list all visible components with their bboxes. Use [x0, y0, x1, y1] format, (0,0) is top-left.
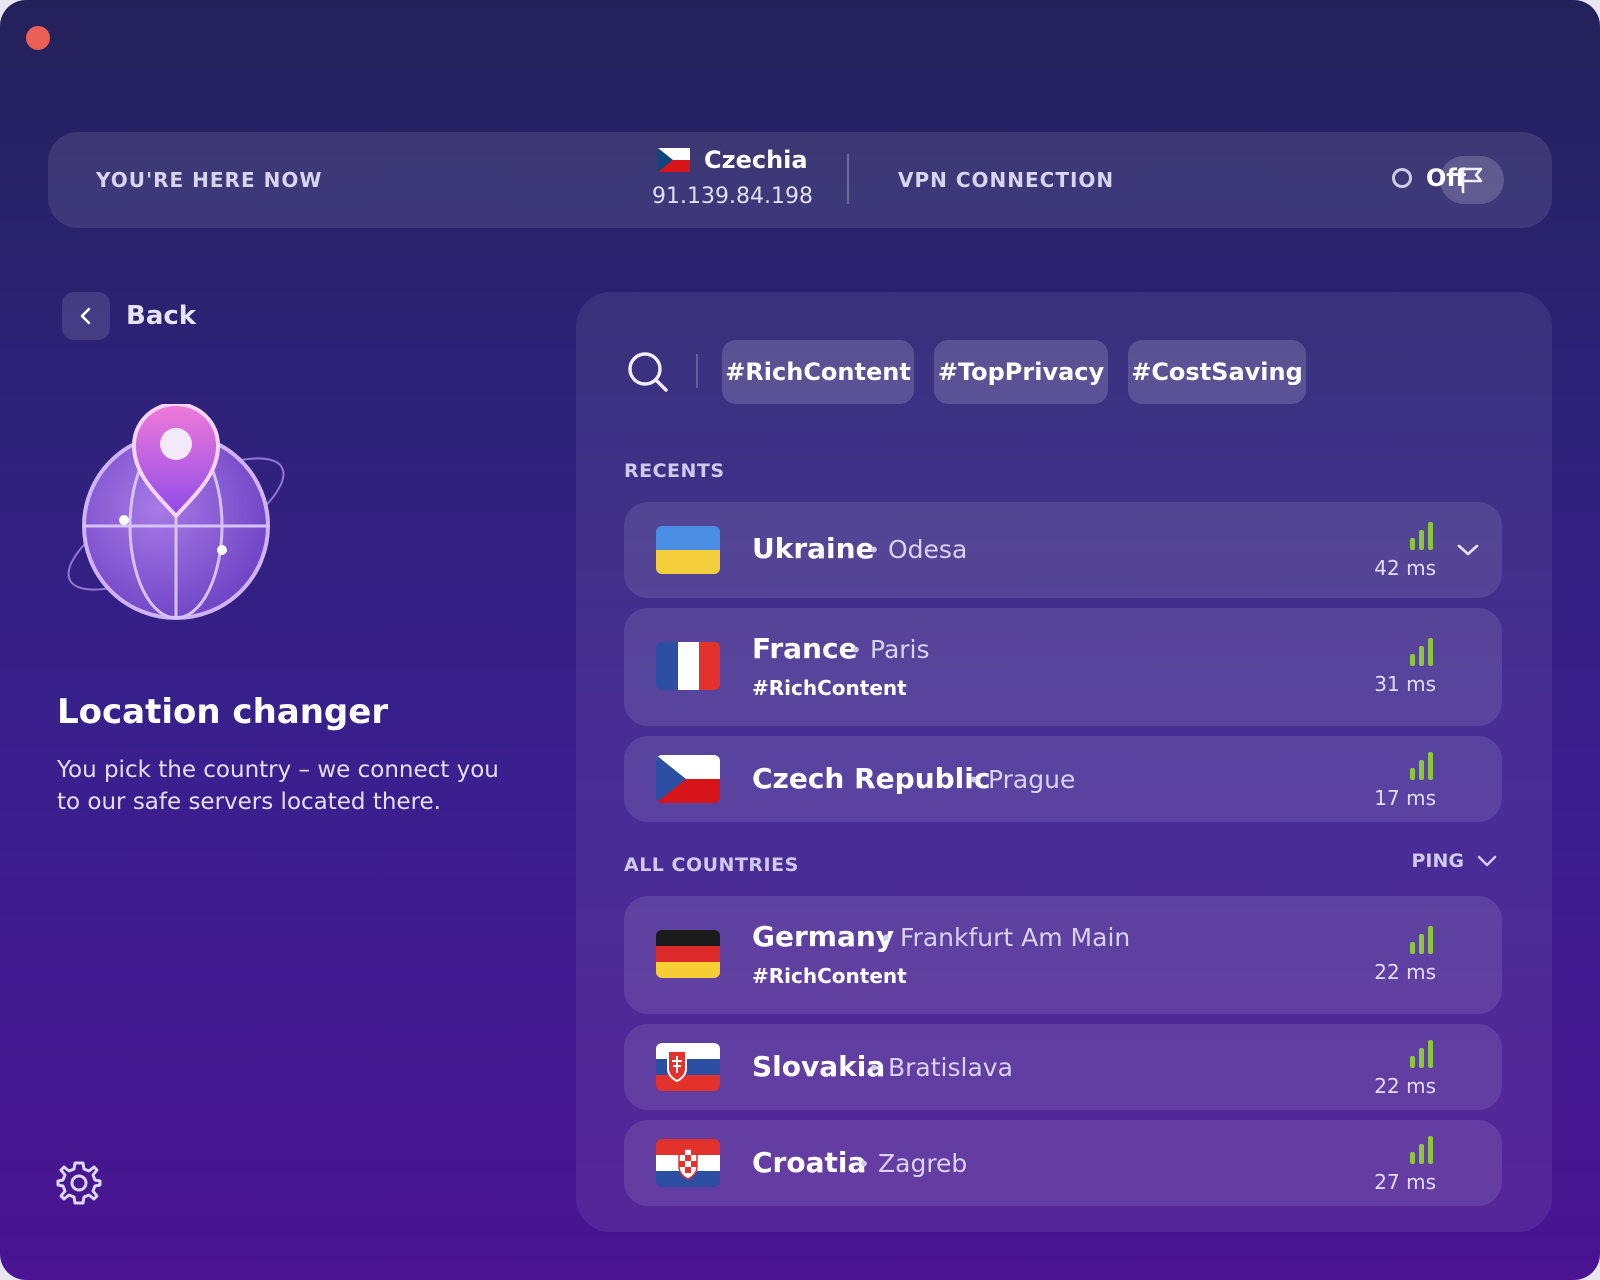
row-tag: #RichContent	[752, 964, 907, 988]
croatia-flag-icon	[656, 1139, 720, 1187]
flag-button[interactable]	[1440, 156, 1504, 204]
all-countries-heading: ALL COUNTRIES	[624, 854, 799, 876]
search-divider	[696, 354, 698, 388]
recent-row-czech-republic[interactable]: Czech Republic • Prague 17 ms	[624, 736, 1502, 822]
czech-flag-icon	[656, 755, 720, 803]
recent-row-france[interactable]: France • Paris #RichContent 31 ms	[624, 608, 1502, 726]
back-icon-button[interactable]	[62, 292, 110, 340]
status-bar: YOU'RE HERE NOW Czechia 91.139.84.198 VP…	[48, 132, 1552, 228]
signal-strength-icon	[1410, 926, 1433, 954]
separator-dot: •	[880, 926, 892, 950]
city-name: Prague	[988, 765, 1076, 794]
status-ring-icon	[1392, 168, 1412, 188]
search-icon[interactable]	[626, 350, 670, 394]
recents-heading: RECENTS	[624, 460, 725, 482]
germany-flag-icon	[656, 930, 720, 978]
ukraine-flag-icon	[656, 526, 720, 574]
signal-strength-icon	[1410, 1136, 1433, 1164]
separator-dot: •	[858, 1152, 870, 1176]
separator-dot: •	[868, 1056, 880, 1080]
ping-value: 22 ms	[1374, 1074, 1436, 1098]
separator-dot: •	[868, 538, 880, 562]
back-button[interactable]: Back	[62, 292, 196, 340]
city-name: Frankfurt Am Main	[900, 923, 1131, 952]
country-row-germany[interactable]: Germany • Frankfurt Am Main #RichContent…	[624, 896, 1502, 1014]
separator-dot: •	[850, 638, 862, 662]
current-country-name: Czechia	[704, 146, 808, 174]
sort-label: PING	[1411, 850, 1465, 872]
country-row-slovakia[interactable]: Slovakia • Bratislava 22 ms	[624, 1024, 1502, 1110]
ping-value: 31 ms	[1374, 672, 1436, 696]
page-title: Location changer	[57, 692, 389, 732]
signal-strength-icon	[1410, 638, 1433, 666]
country-name: France	[752, 632, 858, 665]
chevron-left-icon	[80, 307, 91, 325]
row-tag: #RichContent	[752, 676, 907, 700]
flag-outline-icon	[1461, 167, 1483, 194]
page-description: You pick the country – we connect you to…	[57, 757, 499, 815]
divider	[847, 154, 849, 204]
country-name: Slovakia	[752, 1050, 886, 1083]
signal-strength-icon	[1410, 1040, 1433, 1068]
ip-address: 91.139.84.198	[652, 184, 813, 209]
country-name: Croatia	[752, 1146, 867, 1179]
ping-value: 42 ms	[1374, 556, 1436, 580]
separator-dot: •	[968, 768, 980, 792]
vpn-connection-label: VPN CONNECTION	[898, 168, 1115, 192]
city-name: Odesa	[888, 535, 968, 564]
czech-flag-icon	[658, 148, 690, 172]
slovakia-flag-icon	[656, 1043, 720, 1091]
ping-value: 27 ms	[1374, 1170, 1436, 1194]
chevron-down-icon	[1477, 855, 1497, 867]
city-name: Bratislava	[888, 1053, 1013, 1082]
country-name: Ukraine	[752, 532, 875, 565]
filter-tag-richcontent[interactable]: #RichContent	[722, 340, 914, 404]
signal-strength-icon	[1410, 752, 1433, 780]
ping-value: 17 ms	[1374, 786, 1436, 810]
chevron-down-icon[interactable]	[1456, 540, 1480, 560]
back-label: Back	[126, 301, 197, 331]
sort-by-ping-dropdown[interactable]: PING	[1412, 850, 1499, 872]
france-flag-icon	[656, 642, 720, 690]
close-window-button[interactable]	[26, 26, 50, 50]
country-name: Czech Republic	[752, 762, 991, 795]
country-name: Germany	[752, 920, 895, 953]
globe-pin-illustration	[67, 404, 285, 620]
location-label: YOU'RE HERE NOW	[96, 168, 323, 192]
recent-row-ukraine[interactable]: Ukraine • Odesa 42 ms	[624, 502, 1502, 598]
city-name: Zagreb	[878, 1149, 968, 1178]
filter-tag-costsaving[interactable]: #CostSaving	[1128, 340, 1306, 404]
city-name: Paris	[870, 635, 930, 664]
ping-value: 22 ms	[1374, 960, 1436, 984]
country-row-croatia[interactable]: Croatia • Zagreb 27 ms	[624, 1120, 1502, 1206]
current-country: Czechia	[658, 146, 808, 174]
signal-strength-icon	[1410, 522, 1433, 550]
app-window: YOU'RE HERE NOW Czechia 91.139.84.198 VP…	[0, 0, 1600, 1280]
filter-tag-topprivacy[interactable]: #TopPrivacy	[934, 340, 1108, 404]
location-list-panel: #RichContent #TopPrivacy #CostSaving REC…	[576, 292, 1552, 1232]
settings-gear-icon[interactable]	[56, 1160, 102, 1206]
